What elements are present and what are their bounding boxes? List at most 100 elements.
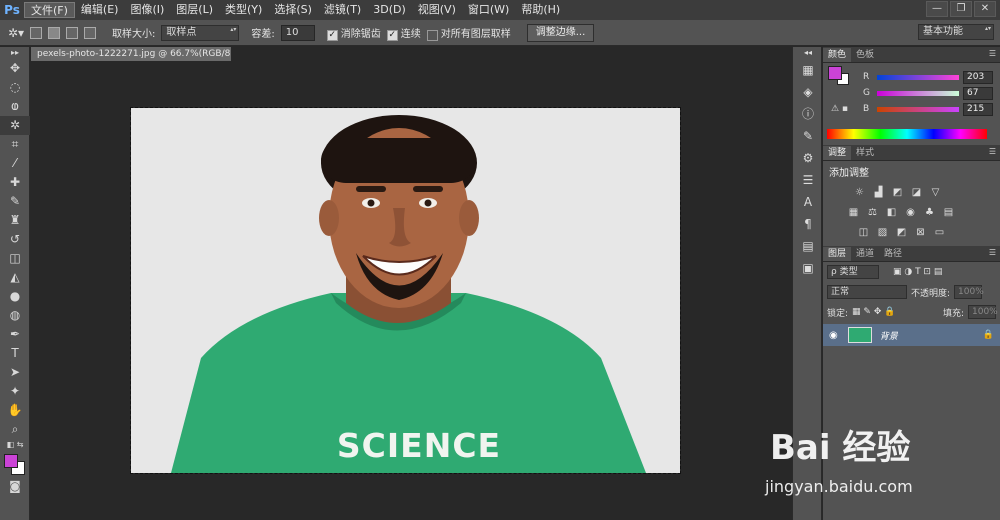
blue-value[interactable]: 215 [963,102,993,116]
all-layers-checkbox[interactable]: ✓对所有图层取样 [426,25,511,41]
panel-fg-swatch[interactable] [828,66,842,80]
threshold-icon[interactable]: ◩ [895,226,908,239]
strip-collapse-icon[interactable]: ◂◂ [793,47,823,59]
minimize-button[interactable]: — [926,1,948,17]
character-panel-icon[interactable]: A [793,191,823,213]
history-panel-icon[interactable]: ▦ [793,59,823,81]
paragraph-panel-icon[interactable]: ¶ [793,213,823,235]
dodge-tool-icon[interactable]: ◍ [0,306,30,325]
menu-image[interactable]: 图像(I) [124,2,170,18]
tab-styles[interactable]: 样式 [851,146,879,160]
brush-panel-icon[interactable]: ✎ [793,125,823,147]
tab-swatches[interactable]: 色板 [851,48,879,62]
clone-stamp-icon[interactable]: ♜ [0,211,30,230]
photo-filter-icon[interactable]: ◉ [904,206,917,219]
pen-tool-icon[interactable]: ✒ [0,325,30,344]
menu-select[interactable]: 选择(S) [268,2,318,18]
tab-adjustments[interactable]: 调整 [823,146,852,160]
move-tool-icon[interactable]: ✥ [0,59,30,78]
filter-icons[interactable]: ▣ ◑ T ⊡ ▤ [893,267,942,277]
tab-channels[interactable]: 通道 [851,247,879,261]
shape-tool-icon[interactable]: ✦ [0,382,30,401]
eyedropper-tool-icon[interactable]: ⁄ [0,154,30,173]
paint-bucket-icon[interactable]: ◭ [0,268,30,287]
menu-type[interactable]: 类型(Y) [219,2,268,18]
menu-3d[interactable]: 3D(D) [367,2,412,18]
channel-mixer-icon[interactable]: ♣ [923,206,936,219]
new-selection-icon[interactable] [30,26,42,39]
menu-layer[interactable]: 图层(L) [170,2,219,18]
antialias-checkbox[interactable]: ✓ 消除锯齿 [326,25,381,41]
menu-help[interactable]: 帮助(H) [515,2,566,18]
sample-size-select[interactable]: 取样点 [161,24,240,41]
brush-presets-icon[interactable]: ⚙ [793,147,823,169]
levels-icon[interactable]: ▟ [872,186,885,199]
black-white-icon[interactable]: ◧ [885,206,898,219]
intersect-selection-icon[interactable] [84,26,96,39]
swap-colors-icon[interactable]: ◧ ⇆ [0,439,30,451]
lock-icons[interactable]: ▦ ✎ ✥ 🔒 [852,307,895,317]
hue-saturation-icon[interactable]: ▦ [847,206,860,219]
layer-background[interactable]: ◉ 背景 🔒 [823,324,1000,346]
foreground-color-swatch[interactable] [4,454,18,468]
posterize-icon[interactable]: ▨ [876,226,889,239]
info-panel-icon[interactable]: ⓘ [793,103,823,125]
red-slider[interactable] [877,74,959,80]
color-lookup-icon[interactable]: ▤ [942,206,955,219]
tolerance-input[interactable]: 10 [280,24,315,41]
menu-view[interactable]: 视图(V) [412,2,462,18]
photo-canvas[interactable]: SCIENCE [130,107,681,474]
magic-wand-preset-icon[interactable]: ✲▾ [8,25,24,41]
zoom-tool-icon[interactable]: ⌕ [0,420,30,439]
panel-menu-icon[interactable]: ☰ [989,248,996,257]
blend-mode-select[interactable]: 正常 [827,285,907,299]
opacity-input[interactable]: 100% [954,285,984,299]
crop-tool-icon[interactable]: ⌗ [0,135,30,154]
menu-file[interactable]: 文件(F) [24,2,75,18]
red-value[interactable]: 203 [963,70,993,84]
quick-mask-icon[interactable]: ◙ [0,477,30,496]
tab-paths[interactable]: 路径 [879,247,907,261]
blur-tool-icon[interactable]: ● [0,287,30,306]
properties-panel-icon[interactable]: ▣ [793,257,823,279]
subtract-selection-icon[interactable] [66,26,78,39]
tab-layers[interactable]: 图层 [823,247,852,261]
restore-button[interactable]: ❐ [950,1,972,17]
exposure-icon[interactable]: ◪ [910,186,923,199]
healing-brush-icon[interactable]: ✚ [0,173,30,192]
layer-filter-select[interactable]: ρ 类型 [827,265,879,279]
tab-color[interactable]: 颜色 [823,48,852,62]
lasso-tool-icon[interactable]: ⱷ [0,97,30,116]
color-spectrum[interactable] [827,129,987,139]
toolbar-collapse-icon[interactable]: ▸▸ [0,47,30,59]
fill-input[interactable]: 100% [968,305,998,319]
panel-menu-icon[interactable]: ☰ [989,49,996,58]
visibility-eye-icon[interactable]: ◉ [829,330,838,341]
curves-icon[interactable]: ◩ [891,186,904,199]
gamut-warning-icon[interactable]: ⚠ ▪ [831,104,863,114]
gradient-map-icon[interactable]: ⊠ [914,226,927,239]
marquee-tool-icon[interactable]: ◌ [0,78,30,97]
eraser-tool-icon[interactable]: ◫ [0,249,30,268]
menu-window[interactable]: 窗口(W) [462,2,515,18]
type-tool-icon[interactable]: T [0,344,30,363]
clone-source-icon[interactable]: ☰ [793,169,823,191]
color-balance-icon[interactable]: ⚖ [866,206,879,219]
hand-tool-icon[interactable]: ✋ [0,401,30,420]
close-button[interactable]: ✕ [974,1,996,17]
panel-menu-icon[interactable]: ☰ [989,147,996,156]
add-selection-icon[interactable] [48,26,60,39]
green-slider[interactable] [877,90,959,96]
brush-tool-icon[interactable]: ✎ [0,192,30,211]
workspace-select[interactable]: 基本功能 [918,24,994,40]
brightness-icon[interactable]: ☼ [853,186,866,199]
notes-panel-icon[interactable]: ▤ [793,235,823,257]
color-swatches[interactable] [0,451,30,477]
blue-slider[interactable] [877,106,959,112]
document-tab[interactable]: pexels-photo-1222271.jpg @ 66.7%(RGB/8) … [31,47,231,61]
green-value[interactable]: 67 [963,86,993,100]
refine-edge-button[interactable]: 调整边缘... [526,23,595,42]
menu-edit[interactable]: 编辑(E) [75,2,125,18]
selective-color-icon[interactable]: ▭ [933,226,946,239]
vibrance-icon[interactable]: ▽ [929,186,942,199]
